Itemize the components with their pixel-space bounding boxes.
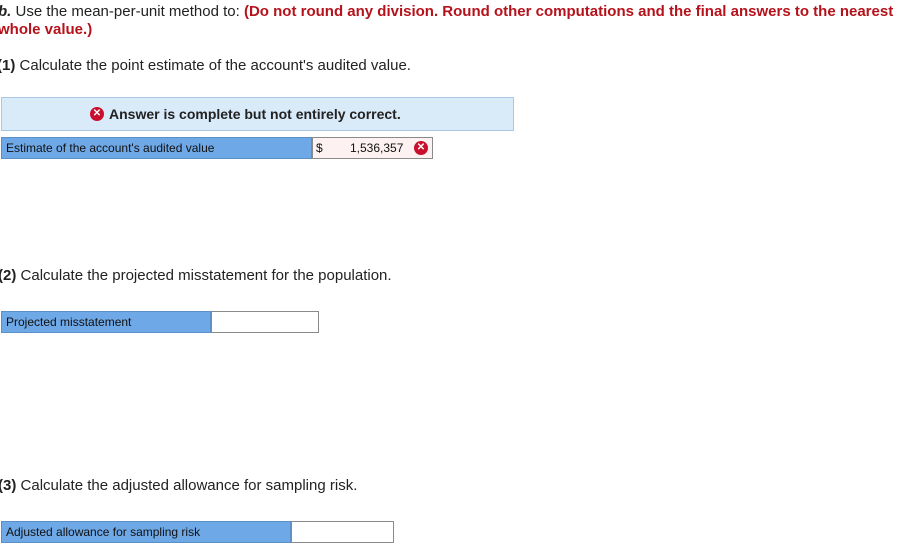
answer-status-text: Answer is complete but not entirely corr… — [109, 106, 401, 122]
question-3-text: Calculate the adjusted allowance for sam… — [20, 477, 358, 494]
question-2: (2) Calculate the projected misstatement… — [0, 267, 392, 285]
projected-misstatement-label: Projected misstatement — [1, 311, 211, 333]
part-label: b. — [0, 3, 12, 20]
question-1: (1) Calculate the point estimate of the … — [0, 57, 411, 75]
answer-status-banner: ✕ Answer is complete but not entirely co… — [1, 97, 514, 131]
instruction-text: Use the mean-per-unit method to: — [15, 3, 240, 20]
rounding-note: (Do not round any division. Round other … — [243, 3, 894, 20]
estimate-answer-field[interactable]: $ 1,536,357 ✕ — [312, 137, 433, 159]
question-2-text: Calculate the projected misstatement for… — [20, 267, 392, 284]
adjusted-allowance-input[interactable] — [291, 521, 394, 543]
estimate-value: 1,536,357 — [350, 141, 404, 155]
instruction-line-1: b. Use the mean-per-unit method to: (Do … — [0, 3, 893, 21]
incorrect-x-icon: ✕ — [414, 141, 428, 155]
projected-misstatement-input[interactable] — [211, 311, 319, 333]
question-2-number: (2) — [0, 267, 17, 284]
question-3-number: (3) — [0, 477, 17, 494]
estimate-label: Estimate of the account's audited value — [1, 137, 312, 159]
question-3: (3) Calculate the adjusted allowance for… — [0, 477, 357, 495]
question-1-number: (1) — [0, 57, 16, 74]
x-circle-icon: ✕ — [90, 107, 104, 121]
currency-symbol: $ — [316, 141, 323, 155]
rounding-note-cont: whole value.) — [0, 21, 93, 38]
adjusted-allowance-label: Adjusted allowance for sampling risk — [1, 521, 291, 543]
question-1-text: Calculate the point estimate of the acco… — [19, 57, 411, 74]
